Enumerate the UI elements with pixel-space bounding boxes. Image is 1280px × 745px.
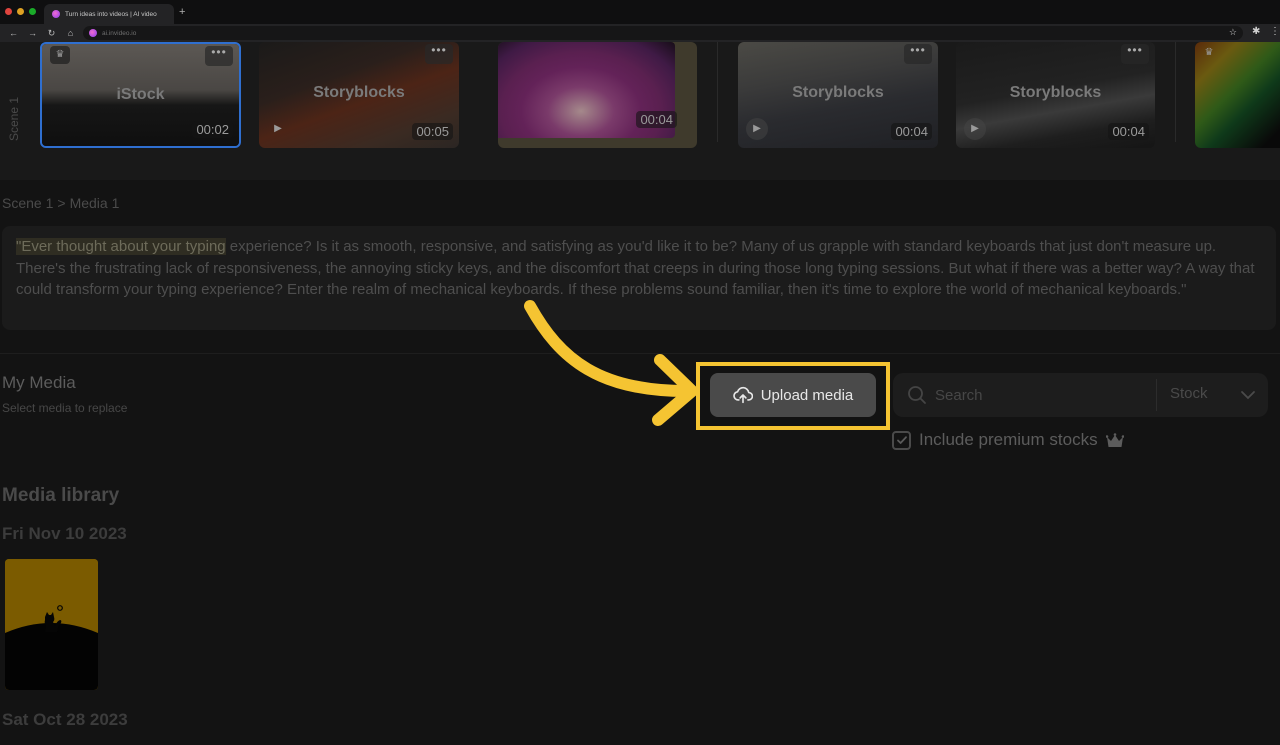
clip-thumbnail[interactable]: 00:04 — [498, 42, 697, 148]
scene-strip: Scene 1 ♛ ••• iStock 00:02 ••• Storybloc… — [0, 42, 1280, 180]
invideo-favicon-icon — [52, 10, 60, 18]
clip-duration: 00:05 — [412, 123, 453, 140]
script-highlight: "Ever thought about your typing — [16, 238, 226, 255]
back-icon[interactable]: ← — [4, 28, 23, 38]
include-premium-option[interactable]: Include premium stocks — [892, 430, 1124, 450]
url-text: ai.invideo.io — [102, 29, 137, 37]
maximize-window-button[interactable] — [29, 8, 36, 15]
cat-silhouette-image — [5, 559, 98, 690]
clip-source: Storyblocks — [1009, 84, 1102, 101]
crown-icon: ♛ — [1204, 47, 1214, 58]
site-favicon-icon — [89, 29, 97, 37]
bookmark-star-icon[interactable]: ☆ — [1229, 27, 1237, 38]
breadcrumb-separator-icon: > — [57, 195, 66, 211]
clip-thumbnail[interactable]: ♛ iS — [1195, 42, 1280, 148]
extensions-icon[interactable]: ✱ — [1252, 26, 1260, 37]
script-text-box[interactable]: "Ever thought about your typing experien… — [2, 226, 1276, 330]
breadcrumb-media: Media 1 — [69, 195, 120, 211]
browser-tab[interactable]: Turn ideas into videos | AI video — [44, 4, 174, 24]
address-bar[interactable]: ai.invideo.io ☆ — [83, 26, 1243, 40]
script-text: "Ever thought about your typing experien… — [16, 236, 1262, 301]
clip-duration: 00:04 — [636, 111, 677, 128]
crown-icon — [1105, 432, 1124, 447]
section-divider — [0, 353, 1280, 354]
search-divider — [1156, 379, 1157, 411]
clip-thumbnail[interactable]: ••• Storyblocks ▶ 00:04 — [738, 42, 938, 148]
clip-source: iS — [1195, 84, 1280, 102]
clip-source: Storyblocks — [792, 84, 884, 101]
stock-search-bar: Stock — [893, 373, 1268, 417]
clip-thumbnail[interactable]: ♛ ••• iStock 00:02 — [40, 42, 241, 148]
play-icon[interactable]: ▶ — [267, 118, 289, 140]
browser-toolbar: ← → ↻ ⌂ ai.invideo.io ☆ — [0, 24, 1280, 42]
my-media-subtitle: Select media to replace — [2, 401, 128, 415]
source-select[interactable]: Stock — [1170, 385, 1208, 402]
scene-label: Scene 1 — [7, 96, 22, 142]
breadcrumb-scene[interactable]: Scene 1 — [2, 195, 53, 211]
clip-divider — [1175, 42, 1176, 142]
new-tab-button[interactable]: + — [179, 6, 185, 18]
checkmark-icon — [896, 436, 907, 444]
play-icon[interactable]: ▶ — [964, 118, 986, 140]
play-icon[interactable]: ▶ — [746, 118, 768, 140]
include-premium-label: Include premium stocks — [919, 430, 1098, 449]
breadcrumb: Scene 1 > Media 1 — [2, 195, 119, 211]
close-window-button[interactable] — [5, 8, 12, 15]
tab-title: Turn ideas into videos | AI video — [65, 10, 157, 18]
browser-tab-strip: Turn ideas into videos | AI video + — [0, 0, 1280, 24]
forward-icon[interactable]: → — [23, 28, 42, 38]
media-library-title: Media library — [2, 485, 120, 506]
reload-icon[interactable]: ↻ — [42, 28, 61, 39]
chevron-down-icon[interactable] — [1240, 387, 1256, 403]
clip-duration: 00:02 — [192, 121, 233, 138]
my-media-title: My Media — [2, 373, 76, 392]
cloud-upload-icon — [732, 386, 753, 404]
library-date-heading: Fri Nov 10 2023 — [2, 524, 127, 543]
minimize-window-button[interactable] — [17, 8, 24, 15]
upload-media-label: Upload media — [760, 386, 854, 404]
clip-divider — [717, 42, 718, 142]
more-options-icon[interactable]: ••• — [425, 44, 453, 64]
search-input[interactable] — [935, 381, 1145, 409]
more-options-icon[interactable]: ••• — [1121, 44, 1149, 64]
include-premium-checkbox[interactable] — [892, 430, 911, 450]
upload-media-button[interactable]: Upload media — [710, 373, 876, 417]
search-icon — [908, 386, 926, 404]
library-media-item[interactable] — [5, 559, 98, 690]
more-options-icon[interactable]: ••• — [205, 46, 233, 66]
clip-thumbnail[interactable]: ••• Storyblocks ▶ 00:04 — [956, 42, 1155, 148]
crown-icon: ♛ — [50, 46, 70, 64]
library-date-heading: Sat Oct 28 2023 — [2, 710, 128, 729]
home-icon[interactable]: ⌂ — [61, 28, 80, 38]
browser-menu-icon[interactable]: ⋮ — [1270, 26, 1280, 37]
more-options-icon[interactable]: ••• — [904, 44, 932, 64]
clip-thumbnail[interactable]: ••• Storyblocks ▶ 00:05 — [259, 42, 459, 148]
clip-duration: 00:04 — [1108, 123, 1149, 140]
clip-source: iStock — [116, 86, 165, 103]
clip-duration: 00:04 — [891, 123, 932, 140]
clip-source: Storyblocks — [313, 84, 405, 101]
